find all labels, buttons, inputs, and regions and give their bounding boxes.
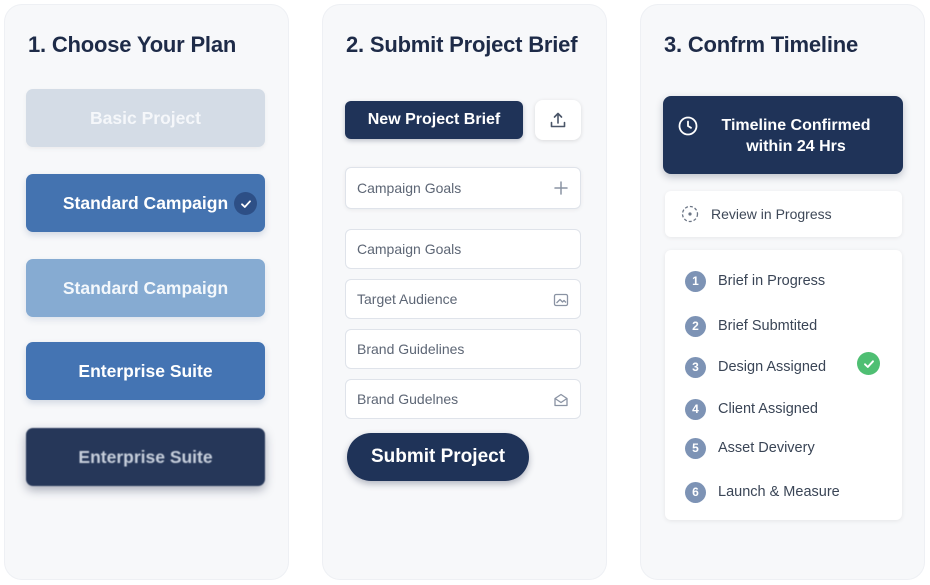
timeline-steps-list: 1 Brief in Progress 2 Brief Submtited 3 … (665, 250, 902, 520)
list-item: 6 Launch & Measure (685, 481, 840, 503)
step-number: 6 (685, 481, 706, 503)
timeline-confirmed-text: Timeline Confirmed within 24 Hrs (711, 115, 881, 157)
review-label: Review in Progress (711, 206, 832, 222)
list-item: 3 Design Assigned (685, 356, 826, 378)
plan-enterprise-suite-dark-button[interactable]: Enterprise Suite (26, 428, 265, 486)
plan-standard-campaign-button[interactable]: Standard Campaign (26, 174, 265, 232)
campaign-goals-field-2[interactable]: Campaign Goals (345, 229, 581, 269)
list-item: 1 Brief in Progress (685, 270, 825, 292)
submit-brief-panel: 2. Submit Project Brief New Project Brie… (322, 4, 607, 580)
brand-guidelines-field[interactable]: Brand Guidelines (345, 329, 581, 369)
timeline-confirmed-line1: Timeline Confirmed (721, 117, 871, 134)
step-label: Brief in Progress (718, 273, 826, 289)
upload-icon (548, 110, 568, 130)
check-icon (234, 192, 257, 215)
check-circle-icon (857, 352, 880, 375)
plan-label: Enterprise Suite (78, 360, 213, 381)
submit-project-button[interactable]: Submit Project (347, 433, 529, 481)
target-audience-field[interactable]: Target Audience (345, 279, 581, 319)
field-placeholder: Campaign Goals (357, 241, 462, 257)
step-label: Asset Devivery (718, 440, 815, 456)
submit-brief-title: 2. Submit Project Brief (346, 32, 578, 57)
step-number: 4 (685, 398, 706, 420)
plan-label: Enterprise Suite (78, 446, 213, 467)
confirm-timeline-panel: 3. Confrm Timeline Timeline Confirmed wi… (640, 4, 925, 580)
clock-icon (677, 115, 699, 137)
plan-enterprise-suite-button[interactable]: Enterprise Suite (26, 342, 265, 400)
plus-icon[interactable] (552, 179, 570, 197)
timeline-confirmed-line2: within 24 Hrs (746, 138, 846, 155)
step-label: Launch & Measure (718, 484, 840, 500)
review-in-progress-status: Review in Progress (665, 191, 902, 237)
choose-plan-panel: 1. Choose Your Plan Basic Project Standa… (4, 4, 289, 580)
plan-standard-campaign-alt-button[interactable]: Standard Campaign (26, 259, 265, 317)
step-label: Design Assigned (718, 359, 827, 375)
timeline-confirmed-banner: Timeline Confirmed within 24 Hrs (663, 96, 903, 174)
progress-icon (681, 205, 699, 223)
step-label: Brief Submtited (718, 318, 818, 334)
field-placeholder: Campaign Goals (357, 180, 462, 196)
step-label: Client Assigned (718, 401, 818, 417)
field-placeholder: Brand Guidelines (357, 341, 465, 357)
choose-plan-title: 1. Choose Your Plan (28, 32, 237, 57)
plan-label: Basic Project (90, 107, 201, 128)
brand-guidelines-field-2[interactable]: Brand Gudelnes (345, 379, 581, 419)
plan-label: Standard Campaign (62, 277, 229, 298)
image-icon (552, 291, 570, 309)
upload-button[interactable] (535, 100, 581, 140)
field-placeholder: Brand Gudelnes (357, 391, 459, 407)
new-project-brief-button[interactable]: New Project Brief (345, 101, 523, 139)
step-number: 1 (685, 270, 706, 292)
plan-basic-project-button[interactable]: Basic Project (26, 89, 265, 147)
list-item: 5 Asset Devivery (685, 437, 815, 459)
confirm-timeline-title: 3. Confrm Timeline (664, 32, 859, 57)
campaign-goals-field[interactable]: Campaign Goals (345, 167, 581, 209)
list-item: 2 Brief Submtited (685, 315, 817, 337)
step-number: 2 (685, 315, 706, 337)
mail-icon (552, 391, 570, 409)
step-number: 3 (685, 356, 706, 378)
plan-label: Standard Campaign (62, 192, 229, 213)
field-placeholder: Target Audience (357, 291, 458, 307)
list-item: 4 Client Assigned (685, 398, 818, 420)
step-number: 5 (685, 437, 706, 459)
